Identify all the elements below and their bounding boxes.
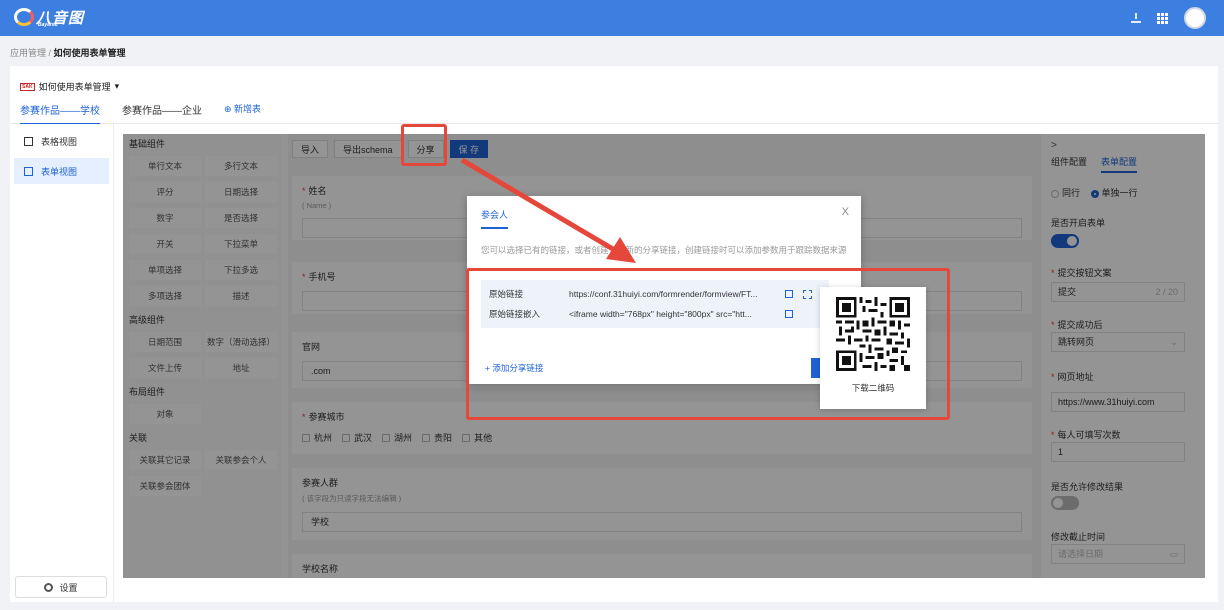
download-icon[interactable] [1131,13,1141,23]
top-bar: 八音图 Bayantu [0,0,1224,36]
breadcrumb-current: 如何使用表单管理 [53,48,126,58]
tab-company[interactable]: 参赛作品——企业 [122,102,202,125]
sidebar-item-form-view[interactable]: 表单视图 [14,158,109,184]
app-selector[interactable]: SAK 如何使用表单管理 ▾ [20,80,119,93]
add-table-label: 新增表 [234,104,262,114]
sidebar-item-table-view[interactable]: 表格视图 [14,128,109,154]
logo-mark-icon [14,8,34,26]
plus-circle-icon: ⊕ [224,104,235,114]
app-logo[interactable]: 八音图 Bayantu [14,6,84,30]
app-logo-badge: SAK [20,82,35,91]
table-view-icon [24,136,33,146]
tab-school[interactable]: 参赛作品——学校 [20,102,100,125]
logo-subtext: Bayantu [38,22,58,28]
caret-down-icon: ▾ [114,81,120,91]
close-icon[interactable]: X [842,206,849,218]
breadcrumb-parent[interactable]: 应用管理 [10,48,46,58]
link-highlight-box [466,268,950,420]
sidebar-item-label: 表格视图 [41,136,78,147]
breadcrumb: 应用管理 / 如何使用表单管理 [10,48,126,58]
sidebar-item-label: 表单视图 [41,166,78,177]
app-name: 如何使用表单管理 [38,82,111,92]
user-avatar[interactable] [1184,7,1206,29]
view-sidebar: 表格视图 表单视图 设置 [10,124,114,602]
form-view-icon [24,166,33,176]
settings-button[interactable]: 设置 [15,576,107,598]
gear-icon [44,582,54,592]
add-table-button[interactable]: ⊕ 新增表 [224,102,261,125]
app-header: SAK 如何使用表单管理 ▾ 参赛作品——学校 参赛作品——企业 ⊕ 新增表 [10,66,1218,125]
share-highlight-box [401,124,447,166]
share-description: 您可以选择已有的链接，或者创建一个新的分享链接，创建链接时可以添加参数用于跟踪数… [481,245,847,255]
tab-attendee[interactable]: 参会人 [481,208,509,229]
apps-grid-icon[interactable] [1157,12,1168,24]
settings-label: 设置 [59,582,78,593]
